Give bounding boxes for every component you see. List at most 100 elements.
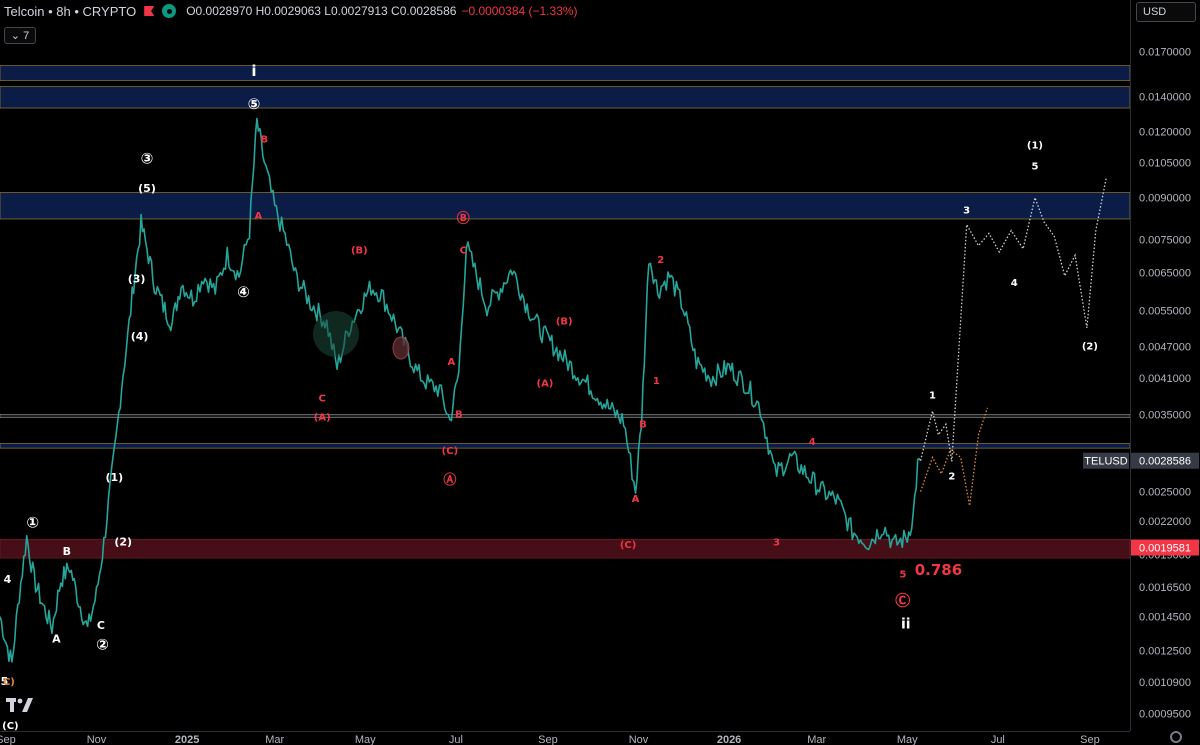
time-tick-label: Jul [449,734,463,745]
time-tick-label: Sep [538,734,558,745]
price-tick-label: 0.0170000 [1139,47,1191,59]
wave-label: 4 [4,573,12,586]
price-tick-label: 0.0012500 [1139,645,1191,657]
tradingview-logo-icon[interactable] [6,696,38,714]
wave-label: A [632,494,640,505]
wave-label: C [97,619,105,632]
time-tick-label: Mar [807,734,826,745]
wave-label: Ⓒ [895,592,910,610]
time-tick-label: Nov [629,734,649,745]
price-chart[interactable]: i ⑤ ③ (5) (3) (4) ④ (1) (2) ① ② B 4 A C 5 C) (C) B A (B) C (A)… [0,0,1200,745]
price-tick-label: 0.0047000 [1139,342,1191,354]
highlight-ellipse [392,336,410,360]
wave-label: 3 [963,206,970,217]
wave-label: B [260,134,268,145]
settings-gear-icon[interactable] [1170,731,1182,743]
time-tick-label: Nov [87,734,107,745]
price-tick-label: 0.0090000 [1139,193,1191,205]
wave-label: ① [26,513,39,531]
wave-label: (A) [314,413,331,424]
wave-label: (2) [114,536,132,549]
wave-label: ② [96,636,109,654]
wave-label: (B) [351,245,368,256]
price-tick-label: 0.0014500 [1139,611,1191,623]
wave-label: (1) [105,471,123,484]
wave-label: (1) [1027,140,1043,151]
wave-label: (C) [442,446,458,457]
price-tick-label: 0.0035000 [1139,409,1191,421]
zone-band [0,65,1131,81]
time-tick-label: Sep [0,734,16,745]
wave-label: C [460,245,467,256]
price-tick-label: 0.0065000 [1139,267,1191,279]
time-tick-label: May [355,734,376,745]
wave-label: (4) [131,330,149,343]
market-status-icon [162,4,177,18]
indicators-toggle-button[interactable]: ⌄ 7 [4,27,36,44]
wave-label: B [455,409,463,420]
price-tick-label: 0.0055000 [1139,306,1191,318]
wave-label: 5 [899,570,906,581]
zone-band [0,443,1131,449]
wave-label: Ⓑ [457,210,470,226]
zone-band [0,538,1131,559]
time-axis[interactable]: Sep Nov 2025 Mar May Jul Sep Nov 2026 Mar May Jul Se… [0,731,1200,745]
time-tick-label: May [897,734,918,745]
wave-label: 2 [948,471,955,482]
wave-label: B [63,545,71,558]
symbol-header: Telcoin • 8h • CRYPTO O0.0028970 H0.0029… [0,0,578,22]
symbol-tag-label: TELUSD [1084,456,1127,468]
wave-label: 0.786 [915,561,962,579]
price-axis[interactable]: 0.02000000.01700000.01400000.01200000.01… [1130,0,1200,745]
highlight-circle [313,311,359,357]
price-tick-label: 0.0025000 [1139,486,1191,498]
wave-label: 1 [653,376,660,387]
time-tick-label: 2025 [175,734,199,745]
time-tick-label: Sep [1080,734,1100,745]
wave-label: Ⓐ [443,472,456,488]
symbol-title[interactable]: Telcoin • 8h • CRYPTO [4,4,136,19]
wave-label: 5 [1031,162,1038,173]
wave-label: ii [901,616,911,632]
price-tick-label: 0.0105000 [1139,157,1191,169]
price-tick-label: 0.0022000 [1139,516,1191,528]
wave-label: (C) [620,540,636,551]
wave-label: ③ [141,150,154,168]
zone-band [0,86,1131,109]
time-tick-label: Jul [991,734,1005,745]
price-tick-label: 0.0041000 [1139,373,1191,385]
price-tick-label: 0.0075000 [1139,234,1191,246]
wave-label: A [448,357,456,368]
wave-label: 3 [773,538,780,549]
wave-label: (5) [138,182,156,195]
zone-band [0,192,1131,220]
wave-label: (2) [1082,342,1098,353]
price-tick-label: 0.0009500 [1139,708,1191,720]
wave-label: (A) [537,379,554,390]
zone-band [0,413,1131,418]
wave-label: 4 [1011,278,1018,289]
wave-label: C [319,393,326,404]
currency-button[interactable]: USD [1136,2,1196,22]
price-tag-value: 0.0028586 [1139,456,1191,468]
wave-label: A [52,633,61,646]
wave-label: (B) [556,316,573,327]
time-tick-label: Mar [265,734,284,745]
flag-icon[interactable] [144,6,155,16]
wave-label: 4 [809,437,816,448]
change-readout: −0.0000384 (−1.33%) [461,4,578,18]
wave-label: i [251,62,256,80]
wave-label: (C) [2,721,18,732]
price-tag-value: 0.0019581 [1139,543,1191,555]
wave-label: ④ [237,283,250,301]
wave-label: B [639,419,647,430]
wave-label: 1 [929,390,936,401]
price-tick-label: 0.0010900 [1139,677,1191,689]
ohlc-readout: O0.0028970 H0.0029063 L0.0027913 C0.0028… [186,4,457,18]
price-tick-label: 0.0140000 [1139,91,1191,103]
wave-label: 2 [657,255,664,266]
wave-label: A [254,211,262,222]
wave-label: (3) [128,272,146,285]
plot-background [0,0,1130,731]
wave-label: C) [3,677,15,688]
